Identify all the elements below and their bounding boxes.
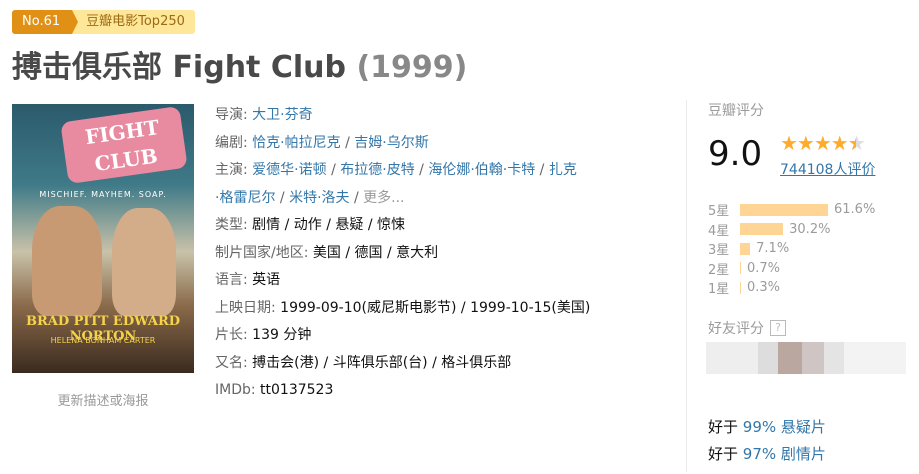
cast-row: 主演: 爱德华·诺顿 / 布拉德·皮特 / 海伦娜·伯翰·卡特 / 扎克 bbox=[215, 162, 577, 178]
country-value: 美国 / 德国 / 意大利 bbox=[312, 244, 439, 261]
movie-poster[interactable]: FIGHT CLUB MISCHIEF. MAYHEM. SOAP. BRAD … bbox=[12, 104, 194, 373]
friends-rating-title: 好友评分 bbox=[708, 321, 764, 337]
poster-subtitle: HELENA BONHAM CARTER bbox=[50, 336, 156, 345]
rating-bar-label: 4星 bbox=[708, 223, 730, 239]
top250-label: 豆瓣电影Top250 bbox=[72, 10, 195, 34]
rating-bar-label: 2星 bbox=[708, 262, 730, 278]
rating-bar-row: 2星 0.7% bbox=[708, 259, 875, 279]
rating-bar bbox=[740, 223, 784, 236]
rating-bar-label: 3星 bbox=[708, 243, 730, 259]
writer-link[interactable]: 吉姆·乌尔斯 bbox=[354, 135, 428, 151]
movie-title: 搏击俱乐部 Fight Club (1999) bbox=[12, 42, 467, 86]
cast-link[interactable]: 扎克 bbox=[549, 162, 577, 178]
better-than-link[interactable]: 97% 剧情片 bbox=[743, 445, 826, 463]
rating-bar bbox=[740, 262, 741, 275]
genre-label: 类型: bbox=[215, 217, 253, 233]
rating-votes-link[interactable]: 744108人评价 bbox=[780, 159, 875, 179]
writer-label: 编剧: bbox=[215, 134, 253, 151]
cast-link[interactable]: 海伦娜·伯翰·卡特 bbox=[428, 162, 535, 178]
director-row: 导演: 大卫·芬奇 bbox=[215, 102, 675, 130]
rating-bar-label: 1星 bbox=[708, 282, 730, 298]
rating-bar bbox=[740, 203, 828, 216]
rating-bar-percent: 30.2% bbox=[789, 221, 831, 237]
cast-link[interactable]: 爱德华·诺顿 bbox=[252, 162, 326, 178]
cast-row-continued: ·格雷尼尔 / 米特·洛夫 / 更多... bbox=[215, 189, 405, 206]
release-row: 上映日期: 1999-09-10(威尼斯电影节) / 1999-10-15(美国… bbox=[215, 295, 675, 323]
movie-info: 导演: 大卫·芬奇 编剧: 恰克·帕拉尼克 / 吉姆·乌尔斯 主演: 爱德华·诺… bbox=[215, 102, 675, 405]
language-value: 英语 bbox=[252, 272, 281, 288]
runtime-row: 片长: 139 分钟 bbox=[215, 322, 675, 350]
runtime-label: 片长: bbox=[215, 327, 253, 343]
top250-rank: No.61 bbox=[12, 10, 79, 34]
rating-bar-percent: 0.3% bbox=[747, 280, 781, 296]
friends-rating: 好友评分 ? bbox=[708, 318, 786, 338]
writer-row: 编剧: 恰克·帕拉尼克 / 吉姆·乌尔斯 bbox=[215, 134, 429, 151]
top250-badge[interactable]: No.61 豆瓣电影Top250 bbox=[12, 10, 195, 34]
rating-panel: 豆瓣评分 9.0 ★★★★★ 744108人评价 5星 61.6% 4星 30.2% 3… bbox=[708, 100, 908, 297]
rating-bar-row: 1星 0.3% bbox=[708, 278, 875, 298]
cast-link[interactable]: 布拉德·皮特 bbox=[340, 162, 414, 178]
rating-distribution: 5星 61.6% 4星 30.2% 3星 7.1% 2星 0.7% 1星 0.3% bbox=[708, 200, 875, 298]
country-label: 制片国家/地区: bbox=[215, 244, 313, 261]
genre-value: 剧情 / 动作 / 悬疑 / 惊悚 bbox=[252, 217, 406, 233]
cast-link[interactable]: ·格雷尼尔 bbox=[215, 190, 275, 206]
aka-value: 搏击会(港) / 斗阵俱乐部(台) / 格斗俱乐部 bbox=[252, 354, 512, 371]
better-than-item: 好于 97% 剧情片 bbox=[708, 445, 826, 463]
writer-link[interactable]: 恰克·帕拉尼克 bbox=[252, 135, 340, 151]
poster-figure-left bbox=[32, 206, 102, 316]
language-label: 语言: bbox=[215, 272, 253, 288]
release-value: 1999-09-10(威尼斯电影节) / 1999-10-15(美国) bbox=[280, 299, 591, 316]
better-than: 好于 99% 悬疑片 好于 97% 剧情片 bbox=[708, 414, 826, 468]
rating-score: 9.0 bbox=[708, 134, 763, 174]
rating-bar-percent: 0.7% bbox=[747, 260, 781, 276]
movie-name: 搏击俱乐部 Fight Club bbox=[12, 50, 346, 85]
help-icon[interactable]: ? bbox=[770, 320, 786, 336]
director-label: 导演: bbox=[215, 107, 253, 123]
imdb-label: IMDb: bbox=[215, 382, 261, 398]
rating-bar-row: 4星 30.2% bbox=[708, 220, 875, 240]
better-than-item: 好于 99% 悬疑片 bbox=[708, 418, 826, 436]
cast-label: 主演: bbox=[215, 162, 253, 178]
better-than-link[interactable]: 99% 悬疑片 bbox=[743, 418, 826, 436]
friends-avatars-blurred bbox=[706, 342, 906, 374]
update-poster-link[interactable]: 更新描述或海报 bbox=[12, 390, 194, 409]
release-label: 上映日期: bbox=[215, 299, 281, 316]
language-row: 语言: 英语 bbox=[215, 267, 675, 295]
imdb-value: tt0137523 bbox=[260, 382, 334, 398]
rating-bar bbox=[740, 242, 751, 255]
director-link[interactable]: 大卫·芬奇 bbox=[252, 107, 312, 123]
rating-bar-row: 5星 61.6% bbox=[708, 200, 875, 220]
genre-row: 类型: 剧情 / 动作 / 悬疑 / 惊悚 bbox=[215, 212, 675, 240]
aka-label: 又名: bbox=[215, 354, 253, 371]
rating-bar-percent: 7.1% bbox=[756, 241, 790, 257]
rating-bar-label: 5星 bbox=[708, 204, 730, 220]
poster-figure-right bbox=[112, 208, 176, 316]
rating-stars-icon: ★★★★★ bbox=[780, 131, 866, 155]
runtime-value: 139 分钟 bbox=[252, 327, 312, 343]
rating-bar bbox=[740, 281, 741, 294]
poster-soap-bar: FIGHT CLUB bbox=[60, 105, 188, 185]
rating-bar-row: 3星 7.1% bbox=[708, 239, 875, 259]
poster-tagline: MISCHIEF. MAYHEM. SOAP. bbox=[39, 190, 167, 199]
movie-year: (1999) bbox=[356, 50, 468, 85]
country-row: 制片国家/地区: 美国 / 德国 / 意大利 bbox=[215, 240, 675, 268]
rating-bar-percent: 61.6% bbox=[834, 202, 876, 218]
aka-row: 又名: 搏击会(港) / 斗阵俱乐部(台) / 格斗俱乐部 bbox=[215, 350, 675, 378]
imdb-row: IMDb: tt0137523 bbox=[215, 377, 675, 405]
section-divider bbox=[686, 100, 687, 472]
rating-title: 豆瓣评分 bbox=[708, 103, 764, 119]
more-cast-link[interactable]: 更多... bbox=[363, 190, 404, 206]
cast-link[interactable]: 米特·洛夫 bbox=[289, 190, 349, 206]
